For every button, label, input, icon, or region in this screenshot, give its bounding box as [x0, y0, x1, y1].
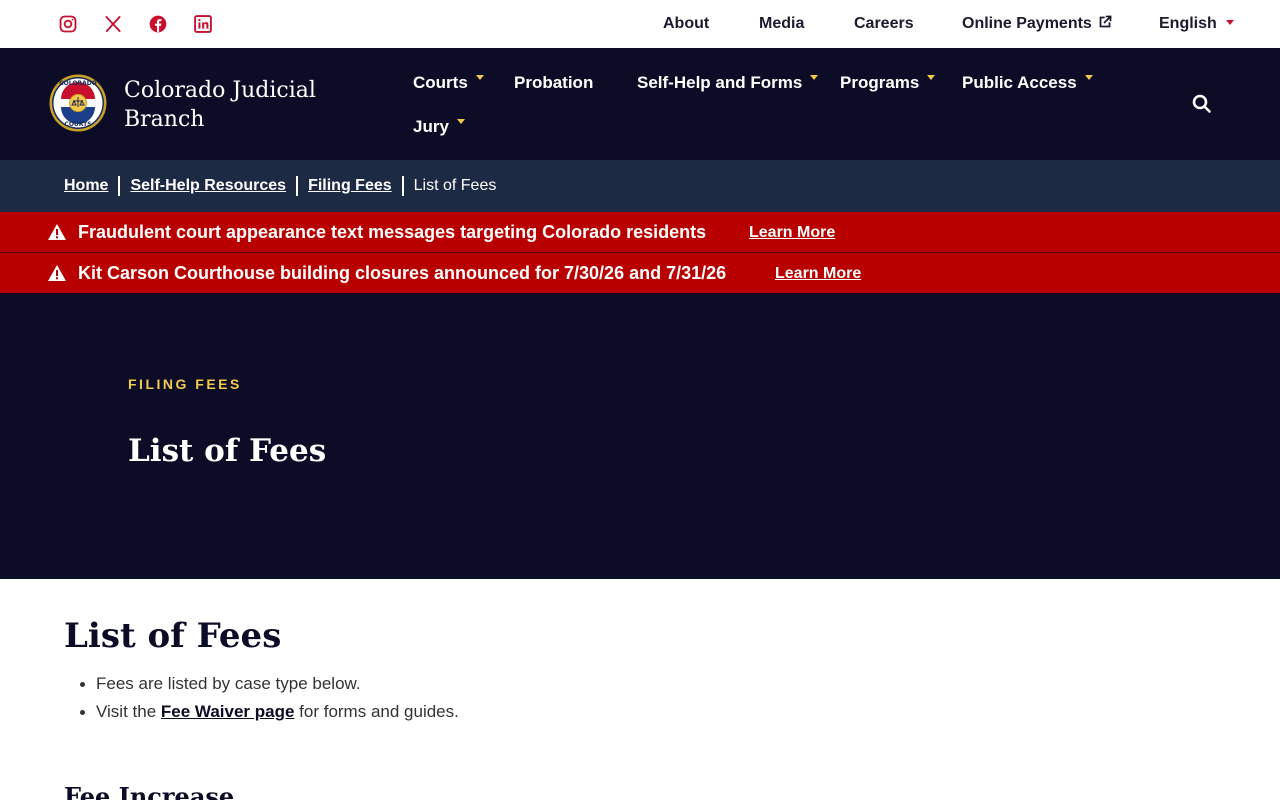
section-heading: Fee Increase: [64, 782, 235, 800]
breadcrumb-self-help-resources[interactable]: Self-Help Resources: [130, 176, 286, 196]
intro-list: Fees are listed by case type below. Visi…: [80, 670, 896, 726]
chevron-down-icon: [1084, 75, 1093, 80]
main-header: COLORADO COURTS Colorado Judicial Branch…: [0, 48, 1280, 160]
media-link[interactable]: Media: [759, 14, 804, 34]
chevron-down-icon: [475, 75, 484, 80]
list-item: Fees are listed by case type below.: [80, 670, 896, 698]
breadcrumb-home[interactable]: Home: [64, 176, 108, 196]
chevron-down-icon: [456, 119, 465, 124]
list-item-text: Fees are listed by case type below.: [96, 674, 361, 693]
hero-title: List of Fees: [128, 433, 327, 469]
utility-bar: About Media Careers Online Payments Engl…: [0, 0, 1280, 48]
svg-text:COLORADO: COLORADO: [59, 80, 97, 87]
fee-waiver-link[interactable]: Fee Waiver page: [161, 702, 295, 721]
nav-courts[interactable]: Courts: [413, 72, 484, 94]
external-link-icon: [1099, 15, 1112, 28]
breadcrumb-filing-fees[interactable]: Filing Fees: [308, 176, 392, 196]
breadcrumb: Home Self-Help Resources Filing Fees Lis…: [64, 176, 496, 196]
nav-public-access-label: Public Access: [962, 73, 1077, 92]
online-payments-label: Online Payments: [962, 15, 1092, 32]
svg-text:COURTS: COURTS: [64, 121, 91, 128]
language-label: English: [1159, 15, 1217, 32]
alert-learn-more-link[interactable]: Learn More: [749, 223, 835, 243]
colorado-courts-seal-logo[interactable]: COLORADO COURTS: [49, 74, 107, 132]
instagram-icon[interactable]: [56, 12, 80, 36]
list-item-suffix: for forms and guides.: [294, 702, 459, 721]
careers-link[interactable]: Careers: [854, 14, 914, 34]
chevron-down-icon: [810, 75, 819, 80]
nav-public-access[interactable]: Public Access: [962, 72, 1093, 94]
page-hero: FILING FEES List of Fees: [0, 293, 1280, 579]
nav-courts-label: Courts: [413, 73, 468, 92]
nav-jury-label: Jury: [413, 117, 449, 136]
breadcrumb-separator: [401, 176, 404, 196]
nav-probation[interactable]: Probation: [514, 72, 593, 94]
warning-icon: [48, 224, 66, 240]
facebook-icon[interactable]: [146, 12, 170, 36]
nav-programs[interactable]: Programs: [840, 72, 936, 94]
site-brand-name[interactable]: Colorado Judicial Branch: [124, 76, 344, 134]
online-payments-link[interactable]: Online Payments: [962, 14, 1112, 34]
search-icon[interactable]: [1190, 92, 1214, 116]
alert-banner: Kit Carson Courthouse building closures …: [0, 253, 1280, 293]
breadcrumb-bar: Home Self-Help Resources Filing Fees Lis…: [0, 160, 1280, 212]
hero-eyebrow: FILING FEES: [128, 376, 242, 392]
linkedin-icon[interactable]: [191, 12, 215, 36]
alert-message: Kit Carson Courthouse building closures …: [78, 263, 727, 283]
brand-line-1: Colorado Judicial: [124, 78, 316, 103]
list-item: Visit the Fee Waiver page for forms and …: [80, 698, 896, 726]
nav-self-help-label: Self-Help and Forms: [637, 73, 803, 92]
warning-icon: [48, 265, 66, 281]
breadcrumb-separator: [296, 176, 299, 196]
nav-jury[interactable]: Jury: [413, 116, 465, 138]
brand-line-2: Branch: [124, 107, 205, 132]
about-link[interactable]: About: [663, 14, 709, 34]
breadcrumb-current: List of Fees: [413, 177, 497, 194]
language-select[interactable]: English: [1159, 14, 1234, 34]
nav-self-help-and-forms[interactable]: Self-Help and Forms: [637, 72, 819, 94]
nav-programs-label: Programs: [840, 73, 920, 92]
chevron-down-icon: [927, 75, 936, 80]
alert-banner: Fraudulent court appearance text message…: [0, 212, 1280, 252]
chevron-down-icon: [1225, 20, 1234, 25]
breadcrumb-separator: [118, 176, 121, 196]
nav-probation-label: Probation: [514, 73, 594, 92]
alert-message: Fraudulent court appearance text message…: [78, 222, 707, 242]
page-title: List of Fees: [64, 616, 282, 656]
list-item-prefix: Visit the: [96, 702, 161, 721]
alert-learn-more-link[interactable]: Learn More: [775, 264, 861, 284]
x-icon[interactable]: [101, 12, 125, 36]
